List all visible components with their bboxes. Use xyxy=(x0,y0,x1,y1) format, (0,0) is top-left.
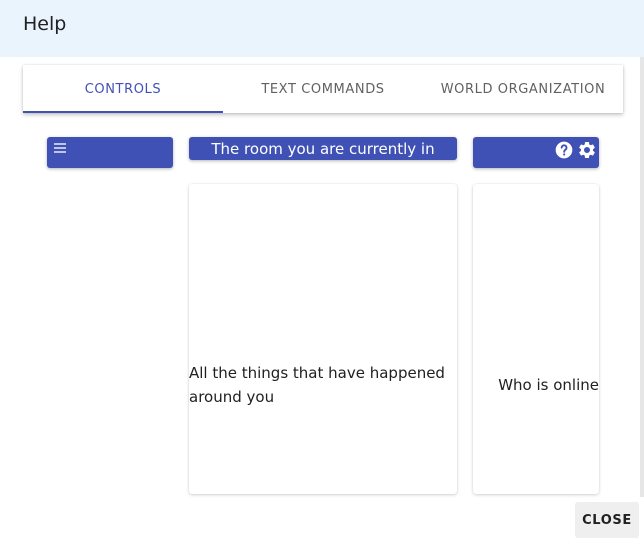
online-users-description: Who is online xyxy=(498,376,599,394)
online-users-card: Who is online xyxy=(473,184,599,494)
events-description: All the things that have happened around… xyxy=(189,364,445,406)
left-app-bar xyxy=(47,137,173,168)
room-title-bar: The room you are currently in xyxy=(189,137,457,160)
scrollbar[interactable] xyxy=(640,57,644,497)
room-title-text: The room you are currently in xyxy=(211,139,435,158)
events-card: All the things that have happened around… xyxy=(189,184,457,494)
tab-controls[interactable]: CONTROLS xyxy=(23,65,223,113)
close-button[interactable]: CLOSE xyxy=(575,502,639,538)
tab-bar: CONTROLS TEXT COMMANDS WORLD ORGANIZATIO… xyxy=(23,65,623,113)
help-icon xyxy=(555,141,573,159)
right-app-bar xyxy=(473,137,599,168)
tab-world-organization[interactable]: WORLD ORGANIZATION xyxy=(423,65,623,113)
dialog-header: Help xyxy=(0,0,644,57)
help-dialog: Help CONTROLS TEXT COMMANDS WORLD ORGANI… xyxy=(0,0,644,542)
gear-icon xyxy=(579,141,595,158)
menu-icon xyxy=(54,143,66,153)
tab-text-commands[interactable]: TEXT COMMANDS xyxy=(223,65,423,113)
dialog-title: Help xyxy=(23,13,67,35)
